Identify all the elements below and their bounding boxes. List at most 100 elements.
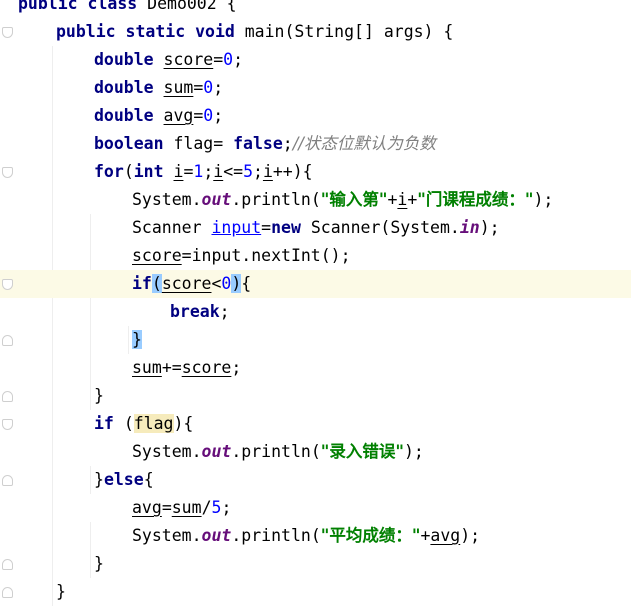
code-line[interactable]: } [0,326,631,354]
code-token-hlflag: flag [133,414,174,433]
fold-expand-icon[interactable] [2,167,13,178]
fold-expand-icon[interactable] [2,419,13,430]
code-line[interactable]: } [0,382,631,410]
code-editor[interactable]: public class Demo002 {public static void… [0,0,631,610]
code-token-kw: else [103,470,144,489]
code-text: } [132,326,142,354]
code-token: ){ [173,414,194,433]
code-token-cmt: //状态位默认为负数 [292,134,436,153]
code-token: System. [132,442,202,461]
code-token-var: i [213,162,224,181]
code-token: + [420,526,431,545]
code-token: + [407,190,418,209]
code-token-kw: double [94,106,164,125]
code-token: Demo002 { [147,0,237,13]
code-token: .println( [231,190,321,209]
code-token: ); [460,526,481,545]
code-token: main(String[] args) { [244,22,454,41]
code-token-num: 0 [223,50,234,69]
code-token: += [161,358,182,377]
code-token-var: avg [163,106,194,125]
code-line[interactable]: double sum=0; [0,74,631,102]
code-text: }else{ [94,466,154,494]
code-line[interactable]: System.out.println("录入错误"); [0,438,631,466]
code-token-num: 1 [193,162,204,181]
code-line[interactable]: Scanner input=new Scanner(System.in); [0,214,631,242]
fold-collapse-icon[interactable] [2,475,13,486]
code-text: avg=sum/5; [132,494,231,522]
code-token: .println( [231,442,321,461]
code-token: System. [132,526,202,545]
code-token: / [201,498,212,517]
code-token-kw: double [94,78,164,97]
code-token-num: 5 [211,498,222,517]
code-text: Scanner input=new Scanner(System.in); [132,214,500,242]
code-text: System.out.println("平均成绩："+avg); [132,522,480,550]
code-line[interactable]: System.out.println("平均成绩："+avg); [0,522,631,550]
code-text: System.out.println("输入第"+i+"门课程成绩："); [132,186,553,214]
code-token: <= [223,162,244,181]
code-token: = [193,78,204,97]
code-line[interactable]: System.out.println("输入第"+i+"门课程成绩："); [0,186,631,214]
code-token: ; [219,302,230,321]
code-line[interactable]: for(int i=1;i<=5;i++){ [0,158,631,186]
code-token: { [143,470,154,489]
code-text: } [94,550,104,578]
code-token: flag= [173,134,234,153]
code-line[interactable]: } [0,578,631,606]
code-text: } [94,382,104,410]
code-line[interactable]: if(score<0){ [0,270,631,298]
code-token-var: avg [132,498,162,517]
code-line[interactable]: } [0,550,631,578]
code-token-var: score [181,358,232,377]
code-text: score=input.nextInt(); [132,242,351,270]
fold-expand-icon[interactable] [2,279,13,290]
code-token: ; [203,162,214,181]
code-token-hlbrace: ) [231,274,242,293]
code-token: ++){ [272,162,313,181]
code-line[interactable]: boolean flag= false;//状态位默认为负数 [0,130,631,158]
code-token: = [183,162,194,181]
code-token: System. [132,190,202,209]
code-token: ; [213,106,224,125]
code-token: ); [403,442,424,461]
code-token-kw: double [94,50,164,69]
code-line[interactable]: if (flag){ [0,410,631,438]
code-text: sum+=score; [132,354,241,382]
code-line[interactable]: break; [0,298,631,326]
code-token-num: 0 [203,78,214,97]
code-text: System.out.println("录入错误"); [132,438,424,466]
code-text: double avg=0; [94,102,223,130]
code-token: ; [253,162,263,181]
code-line[interactable]: public class Demo002 { [0,0,631,18]
code-token: } [94,386,104,405]
code-line[interactable]: double score=0; [0,46,631,74]
fold-expand-icon[interactable] [2,27,13,38]
code-token: = [261,218,272,237]
code-token: ; [233,50,244,69]
code-token-var: sum [171,498,202,517]
code-line[interactable]: double avg=0; [0,102,631,130]
code-token: ); [479,218,500,237]
code-line[interactable]: }else{ [0,466,631,494]
code-token: =input.nextInt(); [181,246,351,265]
code-token-kw: if [94,414,124,433]
code-token-kw: int [133,162,174,181]
code-token: ( [123,162,134,181]
code-token-hlbrace: } [132,330,142,349]
code-token: + [387,190,398,209]
code-line[interactable]: avg=sum/5; [0,494,631,522]
fold-collapse-icon[interactable] [2,559,13,570]
code-line[interactable]: score=input.nextInt(); [0,242,631,270]
code-token: ; [221,498,232,517]
code-line[interactable]: sum+=score; [0,354,631,382]
code-token-var: score [161,274,212,293]
code-token-var: score [132,246,182,265]
fold-collapse-icon[interactable] [2,587,13,598]
code-line[interactable]: public static void main(String[] args) { [0,18,631,46]
fold-collapse-icon[interactable] [2,335,13,346]
fold-collapse-icon[interactable] [2,391,13,402]
code-token-num: 0 [203,106,214,125]
code-token-fld: out [201,442,232,461]
code-token-var: i [173,162,184,181]
